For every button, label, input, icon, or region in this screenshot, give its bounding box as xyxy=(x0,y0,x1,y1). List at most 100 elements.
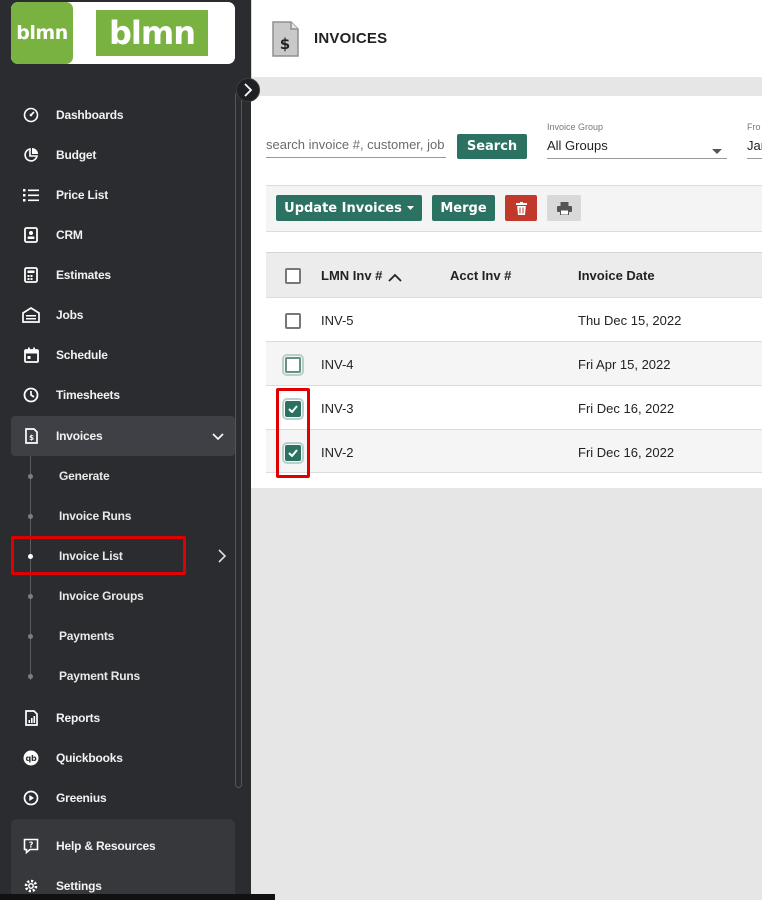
sidebar-item-invoices[interactable]: $ Invoices xyxy=(11,416,235,456)
sidebar-item-crm[interactable]: CRM xyxy=(11,215,235,255)
sidebar-item-label: Budget xyxy=(56,148,97,162)
chevron-right-icon xyxy=(244,83,253,97)
from-date-value: Jan xyxy=(747,138,762,153)
select-all-checkbox[interactable] xyxy=(285,268,301,284)
sidebar-item-label: Invoices xyxy=(56,429,103,443)
sidebar-subitem-label: Invoice Groups xyxy=(59,589,144,603)
page-header: $ INVOICES xyxy=(251,0,762,77)
sidebar-item-label: Reports xyxy=(56,711,100,725)
calculator-icon xyxy=(22,266,40,284)
invoice-group-label: Invoice Group xyxy=(547,122,604,132)
lmn-inv-cell[interactable]: INV-4 xyxy=(321,357,354,372)
sidebar-collapse-button[interactable] xyxy=(236,78,260,102)
delete-button[interactable] xyxy=(505,195,537,221)
invoice-date-cell: Fri Apr 15, 2022 xyxy=(578,357,671,372)
sidebar-item-label: Settings xyxy=(56,879,102,893)
field-underline xyxy=(747,158,762,159)
sidebar-item-reports[interactable]: Reports xyxy=(11,698,235,738)
row-checkbox[interactable] xyxy=(282,354,304,376)
sidebar-subitem-label: Payments xyxy=(59,629,115,643)
sidebar-item-jobs[interactable]: Jobs xyxy=(11,295,235,335)
trash-icon xyxy=(515,201,527,215)
svg-text:qb: qb xyxy=(25,754,37,763)
invoice-group-value: All Groups xyxy=(547,138,608,153)
sidebar-subitem-payment-runs[interactable]: Payment Runs xyxy=(11,656,235,696)
sidebar-item-label: Quickbooks xyxy=(56,751,123,765)
sidebar-subitem-invoice-groups[interactable]: Invoice Groups xyxy=(11,576,235,616)
sidebar-item-label: Schedule xyxy=(56,348,108,362)
highlight-selected-checkboxes xyxy=(276,388,310,478)
gear-icon xyxy=(22,877,40,895)
table-row[interactable]: INV-4 Fri Apr 15, 2022 xyxy=(266,341,762,385)
lmn-inv-cell[interactable]: INV-2 xyxy=(321,445,354,460)
list-icon xyxy=(22,186,40,204)
sidebar-subitem-label: Invoice Runs xyxy=(59,509,132,523)
lmn-inv-cell[interactable]: INV-5 xyxy=(321,313,354,328)
report-icon xyxy=(22,709,40,727)
update-invoices-label: Update Invoices xyxy=(284,200,402,216)
contact-card-icon xyxy=(22,226,40,244)
column-header-invoice-date[interactable]: Invoice Date xyxy=(578,268,655,283)
invoice-doc-icon: $ xyxy=(271,21,299,62)
sidebar-item-timesheets[interactable]: Timesheets xyxy=(11,375,235,415)
help-chat-icon: ? xyxy=(22,837,40,855)
clock-icon xyxy=(22,386,40,404)
sidebar-subitem-label: Generate xyxy=(59,469,110,483)
quickbooks-icon: qb xyxy=(22,749,40,767)
sidebar-item-help[interactable]: ? Help & Resources xyxy=(11,826,235,866)
sidebar: blmn blmn Dashboards Budget Price List C… xyxy=(0,0,275,900)
sidebar-item-label: Timesheets xyxy=(56,388,120,402)
play-circle-icon xyxy=(22,789,40,807)
invoice-list-card: Search Invoice Group All Groups Fro Jan … xyxy=(251,96,762,488)
sidebar-subitem-payments[interactable]: Payments xyxy=(11,616,235,656)
column-header-acct-inv[interactable]: Acct Inv # xyxy=(450,268,511,283)
garage-icon xyxy=(22,306,40,324)
sidebar-item-greenius[interactable]: Greenius xyxy=(11,778,235,818)
sidebar-subitem-label: Payment Runs xyxy=(59,669,140,683)
print-button[interactable] xyxy=(547,195,581,221)
sidebar-item-schedule[interactable]: Schedule xyxy=(11,335,235,375)
calendar-icon xyxy=(22,346,40,364)
sidebar-scrollbar[interactable] xyxy=(235,92,242,788)
lmn-inv-cell[interactable]: INV-3 xyxy=(321,401,354,416)
update-invoices-dropdown[interactable]: Update Invoices xyxy=(276,195,422,221)
logo-card[interactable]: blmn blmn xyxy=(11,2,235,64)
bottom-scrollbar[interactable] xyxy=(0,894,275,900)
bullet-icon xyxy=(28,594,33,599)
bullet-icon xyxy=(28,514,33,519)
search-button[interactable]: Search xyxy=(457,134,527,159)
row-checkbox[interactable] xyxy=(285,313,301,329)
table-row[interactable]: INV-5 Thu Dec 15, 2022 xyxy=(266,297,762,341)
caret-down-icon xyxy=(406,205,414,210)
invoice-icon: $ xyxy=(22,427,40,445)
chevron-right-icon[interactable] xyxy=(217,549,227,566)
select-underline xyxy=(547,158,727,159)
chevron-down-icon[interactable] xyxy=(211,429,225,446)
sidebar-subitem-generate[interactable]: Generate xyxy=(11,456,235,496)
sidebar-item-dashboards[interactable]: Dashboards xyxy=(11,95,235,135)
page-title: INVOICES xyxy=(314,30,388,47)
search-input[interactable] xyxy=(266,132,446,158)
sidebar-item-label: Help & Resources xyxy=(56,839,156,853)
merge-button[interactable]: Merge xyxy=(432,195,495,221)
main-content: $ INVOICES Search Invoice Group All Grou… xyxy=(251,0,762,900)
bullet-icon xyxy=(28,474,33,479)
table-row[interactable]: INV-2 Fri Dec 16, 2022 xyxy=(266,429,762,473)
printer-icon xyxy=(556,201,572,215)
invoice-date-cell: Thu Dec 15, 2022 xyxy=(578,313,682,328)
sidebar-item-label: Dashboards xyxy=(56,108,124,122)
sidebar-item-budget[interactable]: Budget xyxy=(11,135,235,175)
svg-text:?: ? xyxy=(29,841,34,850)
sidebar-item-estimates[interactable]: Estimates xyxy=(11,255,235,295)
sidebar-item-quickbooks[interactable]: qb Quickbooks xyxy=(11,738,235,778)
table-row[interactable]: INV-3 Fri Dec 16, 2022 xyxy=(266,385,762,429)
sidebar-item-label: Price List xyxy=(56,188,109,202)
logo-small: blmn xyxy=(11,2,73,64)
column-header-lmn-inv[interactable]: LMN Inv # xyxy=(321,268,403,283)
bullet-icon xyxy=(28,674,33,679)
sidebar-item-label: CRM xyxy=(56,228,83,242)
logo-large: blmn xyxy=(96,10,208,56)
sidebar-item-price-list[interactable]: Price List xyxy=(11,175,235,215)
svg-text:$: $ xyxy=(280,35,290,53)
sidebar-subitem-invoice-runs[interactable]: Invoice Runs xyxy=(11,496,235,536)
